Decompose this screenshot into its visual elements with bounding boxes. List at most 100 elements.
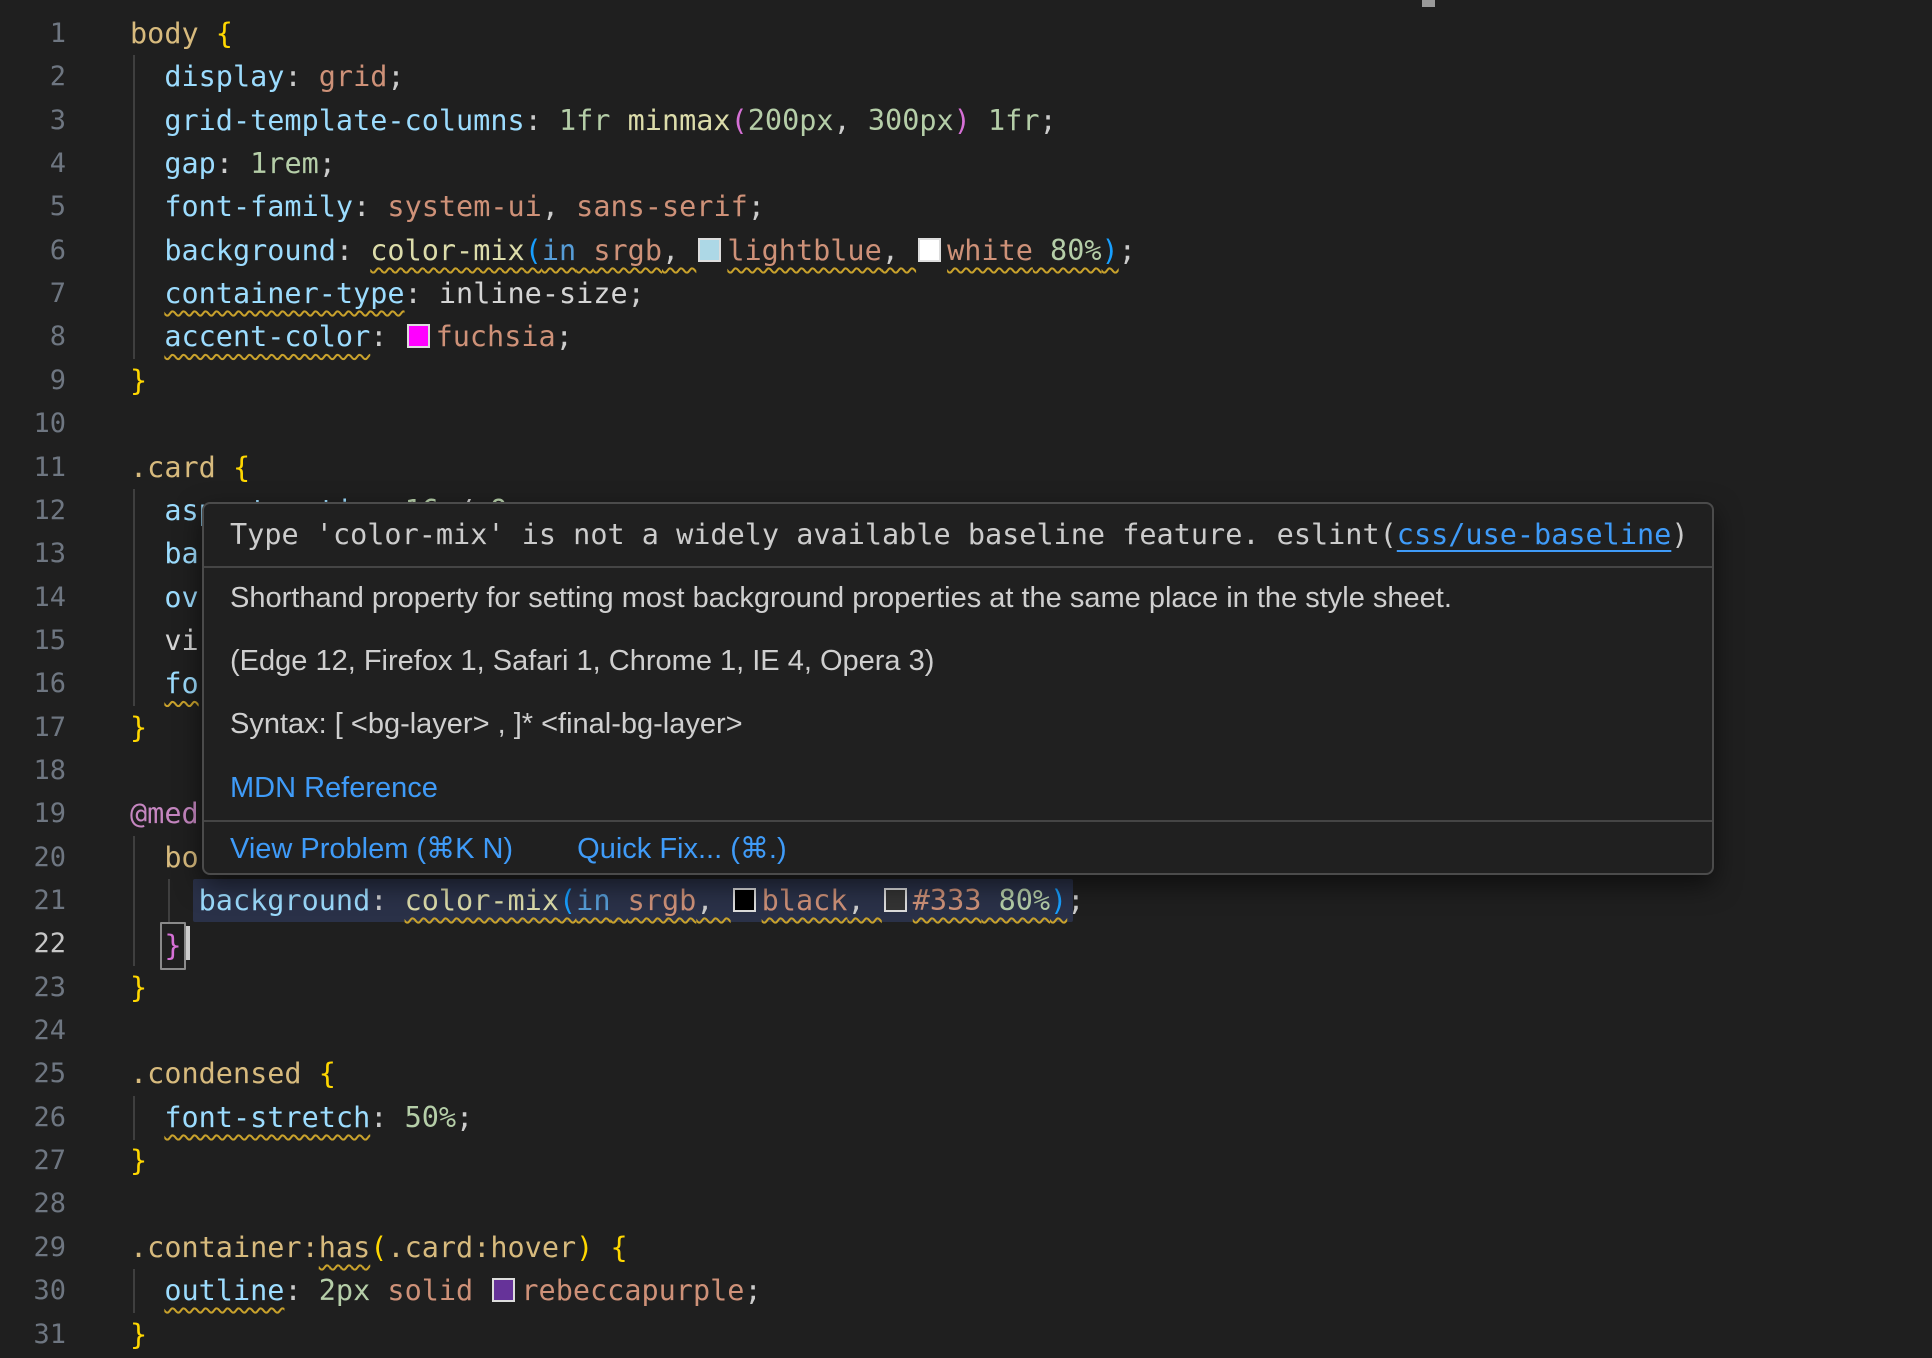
code-text[interactable]: font-stretch: 50%; [130,1096,473,1139]
token: ) [1102,234,1119,267]
line-number-22[interactable]: 22 [0,922,66,965]
token: ; [556,320,573,353]
token: gap [164,147,215,180]
line-number-19[interactable]: 19 [0,792,66,835]
token: accent-color [164,320,370,353]
token: srgb [628,884,697,917]
token [130,494,164,527]
line-number-30[interactable]: 30 [0,1269,66,1312]
token [130,147,164,180]
code-text[interactable]: } [130,706,147,749]
line-number-17[interactable]: 17 [0,706,66,749]
code-text[interactable]: ba [130,532,199,575]
color-swatch-lightblue[interactable] [698,238,721,262]
code-text[interactable]: .condensed { [130,1052,336,1095]
line-number-20[interactable]: 20 [0,836,66,879]
line-number-1[interactable]: 1 [0,12,66,55]
line-number-6[interactable]: 6 [0,229,66,272]
line-number-16[interactable]: 16 [0,662,66,705]
color-swatch-rebeccapurple[interactable] [492,1278,515,1302]
code-text[interactable]: @med [130,792,199,835]
code-line-5: 5 font-family: system-ui, sans-serif; [0,185,1932,228]
line-number-11[interactable]: 11 [0,446,66,489]
color-swatch-black[interactable] [733,888,756,912]
line-number-4[interactable]: 4 [0,142,66,185]
token: background [164,234,336,267]
token: , [834,104,868,137]
line-number-5[interactable]: 5 [0,185,66,228]
color-swatch-#333[interactable] [884,888,907,912]
token [130,234,164,267]
token: 300px [868,104,954,137]
line-number-18[interactable]: 18 [0,749,66,792]
line-number-26[interactable]: 26 [0,1096,66,1139]
doc-syntax: Syntax: [ <bg-layer> , ]* <final-bg-laye… [230,704,1692,744]
code-text[interactable]: bo [130,836,199,879]
code-line-7: 7 container-type: inline-size; [0,272,1932,315]
code-text[interactable]: gap: 1rem; [130,142,336,185]
code-text[interactable]: grid-template-columns: 1fr minmax(200px,… [130,99,1057,142]
line-number-9[interactable]: 9 [0,359,66,402]
code-text[interactable]: .card { [130,446,250,489]
code-text[interactable]: font-family: system-ui, sans-serif; [130,185,765,228]
code-text[interactable]: } [130,1313,147,1356]
line-number-15[interactable]: 15 [0,619,66,662]
code-text[interactable]: accent-color: fuchsia; [130,315,573,358]
mdn-reference-link[interactable]: MDN Reference [230,768,1692,808]
code-text[interactable]: } [130,1139,147,1182]
token: font-family [164,190,353,223]
line-number-12[interactable]: 12 [0,489,66,532]
line-number-28[interactable]: 28 [0,1182,66,1225]
code-text[interactable]: container-type: inline-size; [130,272,645,315]
code-text[interactable]: background: color-mix(in srgb, lightblue… [130,229,1136,272]
token: background [199,884,371,917]
color-swatch-fuchsia[interactable] [407,324,430,348]
code-text[interactable]: } [130,966,147,1009]
eslint-rule-link[interactable]: css/use-baseline [1397,518,1672,551]
line-number-29[interactable]: 29 [0,1226,66,1269]
code-text[interactable]: background: color-mix(in srgb, black, #3… [130,879,1084,922]
line-number-31[interactable]: 31 [0,1313,66,1356]
color-swatch-white[interactable] [918,238,941,262]
code-text[interactable]: outline: 2px solid rebeccapurple; [130,1269,762,1312]
line-number-10[interactable]: 10 [0,402,66,445]
line-number-21[interactable]: 21 [0,879,66,922]
token: ; [1119,234,1136,267]
line-number-13[interactable]: 13 [0,532,66,575]
token: : [525,104,559,137]
token: } [130,1144,147,1177]
code-text[interactable]: ov [130,576,199,619]
token: font-stretch [164,1101,370,1134]
token: } [130,1318,147,1351]
code-text[interactable]: body { [130,12,233,55]
token: ( [370,1231,387,1264]
token: } [130,711,147,744]
code-text[interactable]: fo [130,662,199,705]
token: , [662,234,696,267]
token: grid-template-columns [164,104,524,137]
view-problem-button[interactable]: View Problem (⌘K N) [230,833,513,865]
code-text[interactable]: .container:has(.card:hover) { [130,1226,628,1269]
doc-summary: Shorthand property for setting most back… [230,578,1692,618]
hover-highlight-range: background: color-mix(in srgb, black, #3… [193,879,1074,922]
code-text[interactable]: display: grid; [130,55,405,98]
code-text[interactable]: vi [130,619,199,662]
line-number-23[interactable]: 23 [0,966,66,1009]
token: .card:hover [387,1231,576,1264]
code-text[interactable]: } [130,922,190,969]
token: fuchsia [436,320,556,353]
line-number-25[interactable]: 25 [0,1052,66,1095]
line-number-24[interactable]: 24 [0,1009,66,1052]
line-number-2[interactable]: 2 [0,55,66,98]
token: srgb [593,234,662,267]
token [130,104,164,137]
quick-fix-button[interactable]: Quick Fix... (⌘.) [577,833,786,865]
token: .card [130,451,233,484]
line-number-14[interactable]: 14 [0,576,66,619]
line-number-3[interactable]: 3 [0,99,66,142]
code-text[interactable]: } [130,359,147,402]
line-number-8[interactable]: 8 [0,315,66,358]
line-number-27[interactable]: 27 [0,1139,66,1182]
code-editor: 1 body { 2 display: grid; 3 grid-template-c… [0,0,1932,1358]
line-number-7[interactable]: 7 [0,272,66,315]
